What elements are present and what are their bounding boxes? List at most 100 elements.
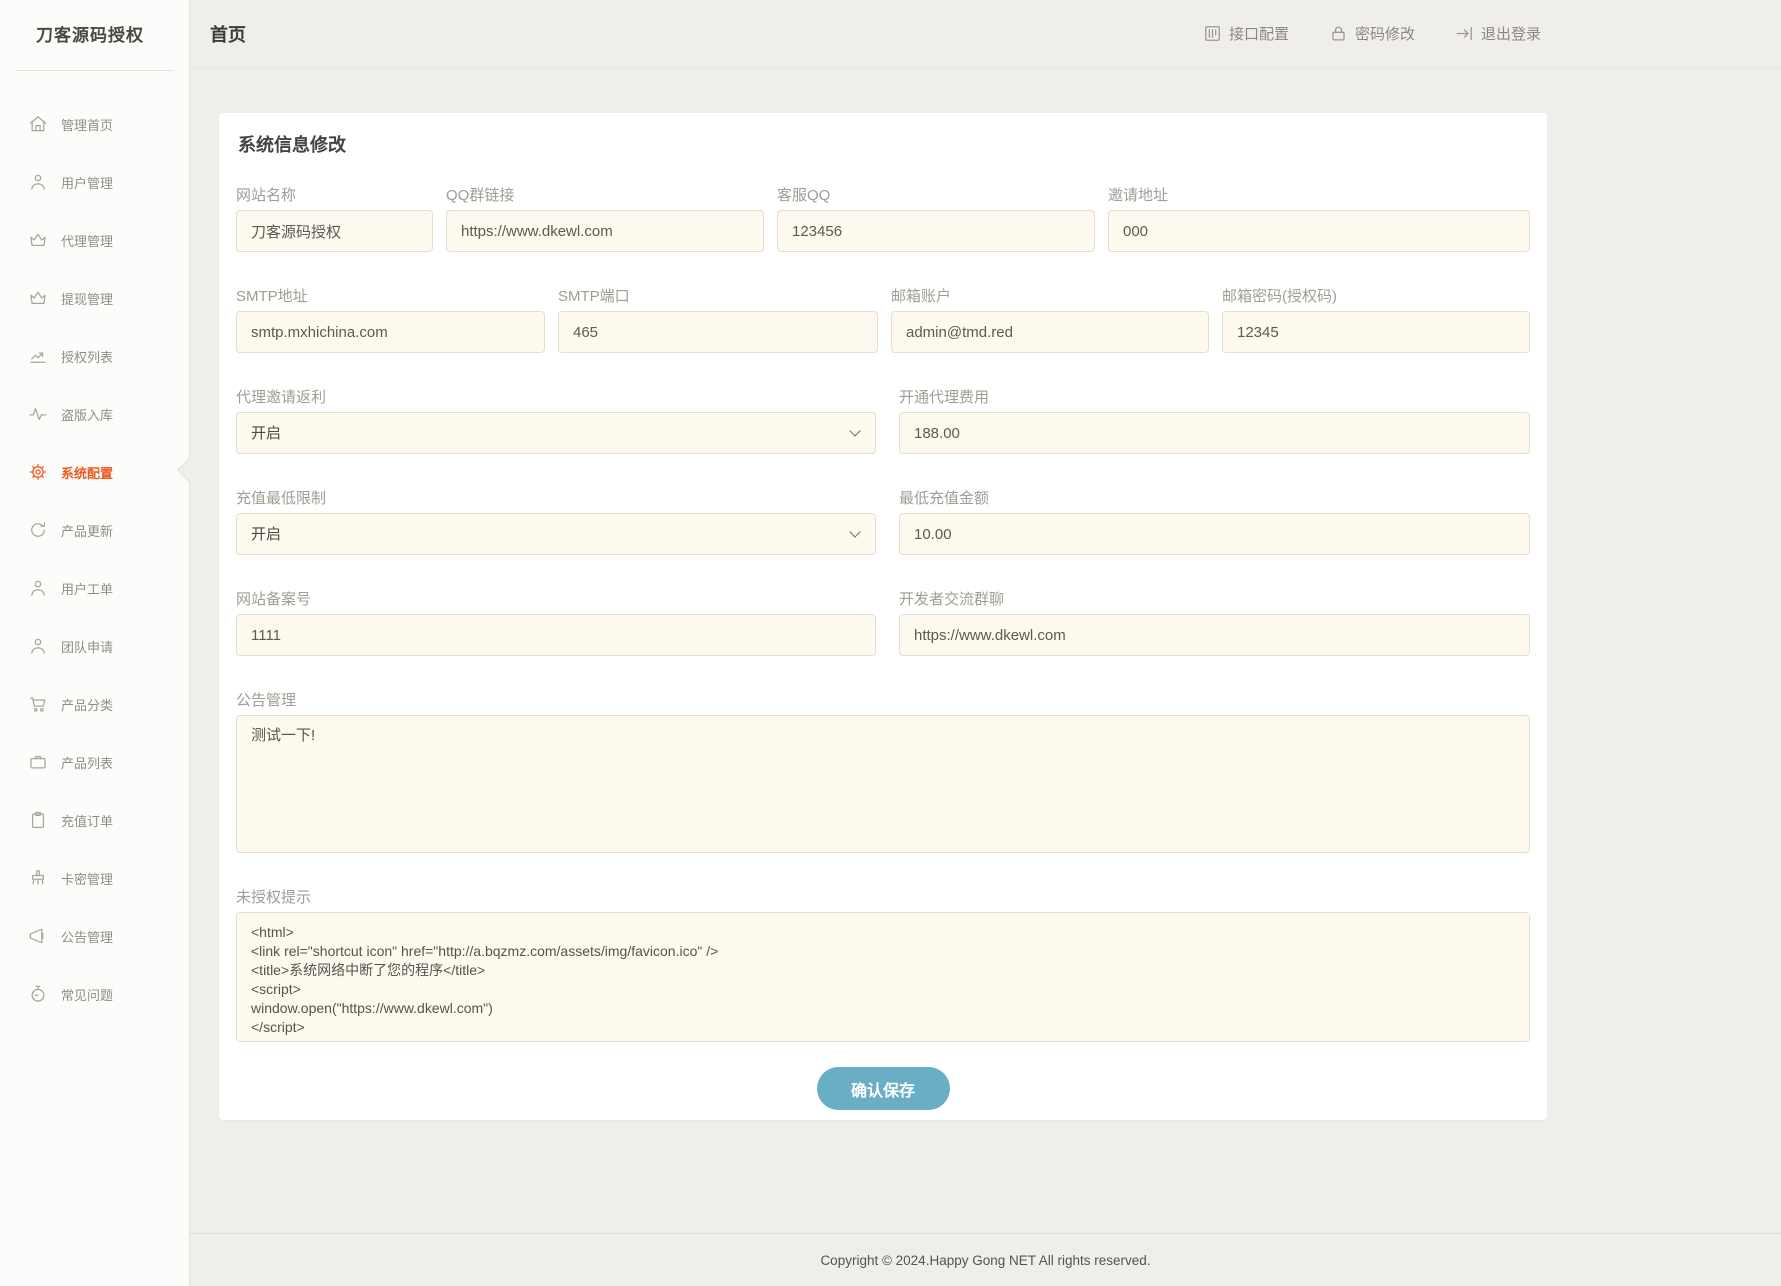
recharge-limit-select[interactable]: 开启: [236, 513, 876, 555]
sidebar-item-label: 团队申请: [61, 637, 113, 656]
change-password-action[interactable]: 密码修改: [1329, 23, 1415, 44]
sidebar-item-license-list[interactable]: 授权列表: [0, 327, 189, 385]
smtp-host-field-group: SMTP地址: [236, 289, 545, 353]
sidebar-item-product-list[interactable]: 产品列表: [0, 733, 189, 791]
topbar-actions: 接口配置 密码修改 退出登录: [1203, 23, 1541, 44]
form-row: 未授权提示: [236, 890, 1530, 1042]
sidebar-item-label: 用户工单: [61, 579, 113, 598]
sidebar-item-card-key-management[interactable]: 卡密管理: [0, 849, 189, 907]
sidebar-item-label: 授权列表: [61, 347, 113, 366]
user-icon: [28, 636, 48, 656]
crown-icon: [28, 288, 48, 308]
sidebar-item-label: 充值订单: [61, 811, 113, 830]
invite-address-field[interactable]: [1108, 210, 1530, 252]
service-qq-field-group: 客服QQ: [777, 188, 1095, 252]
announcement-textarea[interactable]: [236, 715, 1530, 853]
gear-icon: [28, 462, 48, 482]
top-bar: 首页 接口配置密码修改退出登录: [190, 0, 1781, 68]
email-account-field[interactable]: [891, 311, 1209, 353]
qq-group-link-field[interactable]: [446, 210, 764, 252]
user-icon: [28, 578, 48, 598]
system-info-card: 系统信息修改 网站名称QQ群链接客服QQ邀请地址SMTP地址SMTP端口邮箱账户…: [219, 113, 1547, 1120]
sidebar-item-piracy-intake[interactable]: 盗版入库: [0, 385, 189, 443]
stopwatch-icon: [28, 984, 48, 1004]
email-password-field[interactable]: [1222, 311, 1530, 353]
form-rows: 网站名称 QQ群链接客服QQ 邀请地址 SMTP地址SMTP端口邮箱账户邮箱密码(授权…: [236, 188, 1530, 1042]
form-row: 网站名称 QQ群链接客服QQ 邀请地址: [236, 188, 1530, 252]
icp-number-field[interactable]: [236, 614, 876, 656]
user-icon: [28, 172, 48, 192]
save-button[interactable]: 确认保存: [817, 1067, 950, 1110]
sidebar-item-user-management[interactable]: 用户管理: [0, 153, 189, 211]
form-row: 充值最低限制开启 最低充值金额: [236, 491, 1530, 555]
form-row: SMTP地址SMTP端口邮箱账户邮箱密码(授权码): [236, 289, 1530, 353]
smtp-port-field[interactable]: [558, 311, 878, 353]
logout-action[interactable]: 退出登录: [1455, 23, 1541, 44]
icp-number-field-group: 网站备案号: [236, 592, 876, 656]
api-config-label: 接口配置: [1229, 23, 1289, 44]
form-row: 公告管理: [236, 693, 1530, 853]
website-name-field-group: 网站名称: [236, 188, 433, 252]
sidebar-item-label: 用户管理: [61, 173, 113, 192]
agent-fee-field-label: 开通代理费用: [899, 390, 1530, 406]
qq-group-link-field-group: QQ群链接: [446, 188, 764, 252]
website-name-field-label: 网站名称: [236, 188, 433, 204]
sidebar-item-user-tickets[interactable]: 用户工单: [0, 559, 189, 617]
activity-icon: [28, 404, 48, 424]
agent-rebate-select[interactable]: 开启: [236, 412, 876, 454]
recharge-limit-select-wrap: 开启: [236, 513, 876, 555]
sidebar-item-label: 卡密管理: [61, 869, 113, 888]
lock-icon: [1329, 24, 1348, 43]
active-item-pointer: [178, 458, 190, 482]
agent-fee-field-group: 开通代理费用: [899, 390, 1530, 454]
sidebar-item-product-categories[interactable]: 产品分类: [0, 675, 189, 733]
logout-label: 退出登录: [1481, 23, 1541, 44]
sidebar-item-recharge-orders[interactable]: 充值订单: [0, 791, 189, 849]
email-password-field-label: 邮箱密码(授权码): [1222, 289, 1530, 305]
min-recharge-field[interactable]: [899, 513, 1530, 555]
footer: Copyright © 2024.Happy Gong NET All righ…: [190, 1233, 1781, 1286]
unauthorized-html-textarea[interactable]: [236, 912, 1530, 1042]
sidebar-item-label: 产品更新: [61, 521, 113, 540]
sidebar-item-label: 管理首页: [61, 115, 113, 134]
sidebar-item-label: 代理管理: [61, 231, 113, 250]
trend-chart-icon: [28, 346, 48, 366]
sidebar-item-label: 产品列表: [61, 753, 113, 772]
logout-icon: [1455, 24, 1474, 43]
sidebar-item-withdraw-management[interactable]: 提现管理: [0, 269, 189, 327]
dev-group-field-label: 开发者交流群聊: [899, 592, 1530, 608]
sidebar-item-system-config[interactable]: 系统配置: [0, 443, 189, 501]
refresh-icon: [28, 520, 48, 540]
sidebar-item-team-requests[interactable]: 团队申请: [0, 617, 189, 675]
megaphone-icon: [28, 926, 48, 946]
sidebar-item-agent-management[interactable]: 代理管理: [0, 211, 189, 269]
clipboard-icon: [28, 810, 48, 830]
crown-icon: [28, 230, 48, 250]
smtp-host-field[interactable]: [236, 311, 545, 353]
agent-rebate-select-wrap: 开启: [236, 412, 876, 454]
cart-icon: [28, 694, 48, 714]
sidebar-item-label: 提现管理: [61, 289, 113, 308]
website-name-field[interactable]: [236, 210, 433, 252]
sidebar-item-label: 盗版入库: [61, 405, 113, 424]
min-recharge-field-label: 最低充值金额: [899, 491, 1530, 507]
content-area: 系统信息修改 网站名称QQ群链接客服QQ邀请地址SMTP地址SMTP端口邮箱账户…: [190, 68, 1781, 1233]
announcement-textarea-group: 公告管理: [236, 693, 1530, 853]
recharge-limit-select-group: 充值最低限制开启: [236, 491, 876, 555]
sidebar-item-announcement-management[interactable]: 公告管理: [0, 907, 189, 965]
announcement-textarea-label: 公告管理: [236, 693, 1530, 709]
sidebar-item-label: 公告管理: [61, 927, 113, 946]
sidebar: 刀客源码授权 管理首页用户管理代理管理提现管理授权列表盗版入库系统配置产品更新用…: [0, 0, 190, 1286]
invite-address-field-label: 邀请地址: [1108, 188, 1530, 204]
sidebar-item-faq[interactable]: 常见问题: [0, 965, 189, 1023]
qq-group-link-field-label: QQ群链接: [446, 188, 764, 204]
api-config-action[interactable]: 接口配置: [1203, 23, 1289, 44]
briefcase-icon: [28, 752, 48, 772]
dev-group-field[interactable]: [899, 614, 1530, 656]
sidebar-item-product-updates[interactable]: 产品更新: [0, 501, 189, 559]
sidebar-menu: 管理首页用户管理代理管理提现管理授权列表盗版入库系统配置产品更新用户工单团队申请…: [0, 71, 189, 1023]
service-qq-field[interactable]: [777, 210, 1095, 252]
agent-fee-field[interactable]: [899, 412, 1530, 454]
sidebar-item-admin-home[interactable]: 管理首页: [0, 95, 189, 153]
service-qq-field-label: 客服QQ: [777, 188, 1095, 204]
